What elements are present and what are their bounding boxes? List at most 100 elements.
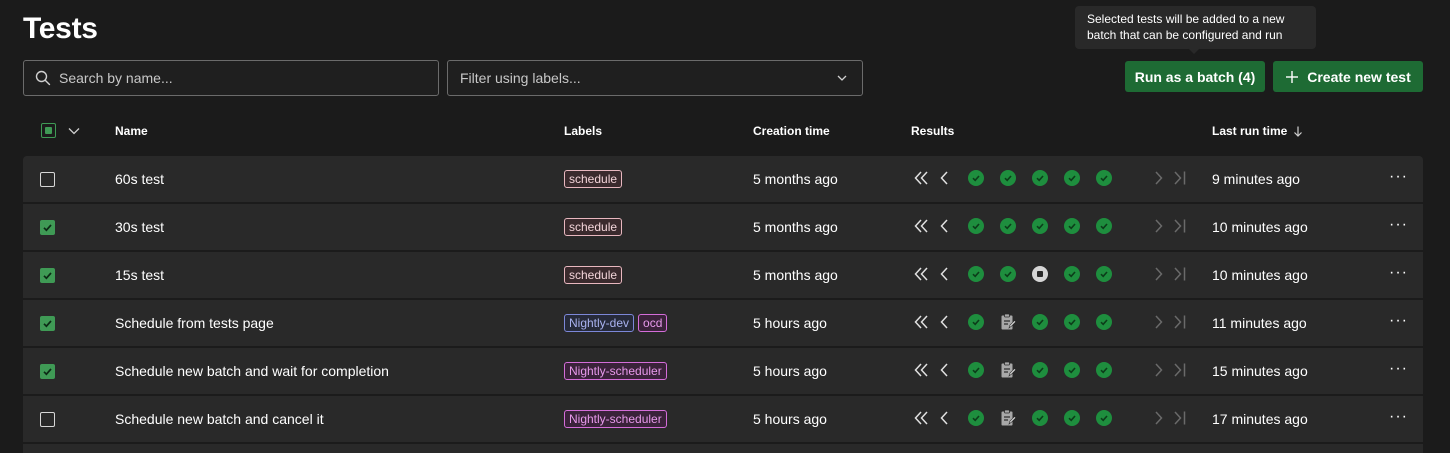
table-header: Name Labels Creation time Results Last r… — [23, 114, 1423, 146]
check-circle-icon[interactable] — [1096, 362, 1112, 378]
row-checkbox[interactable] — [40, 268, 55, 283]
chevron-left-icon[interactable] — [939, 410, 949, 429]
more-horizontal-icon[interactable]: ··· — [1389, 312, 1408, 330]
double-chevron-left-icon[interactable] — [913, 170, 929, 189]
check-circle-icon[interactable] — [1064, 314, 1080, 330]
check-circle-icon[interactable] — [968, 410, 984, 426]
check-circle-icon[interactable] — [1032, 410, 1048, 426]
check-circle-icon[interactable] — [1064, 170, 1080, 186]
check-circle-icon[interactable] — [1000, 170, 1016, 186]
check-circle-icon[interactable] — [1096, 218, 1112, 234]
label-tag[interactable]: Nightly-dev — [564, 314, 635, 332]
more-horizontal-icon[interactable]: ··· — [1389, 360, 1408, 378]
test-name[interactable]: 30s test — [115, 219, 164, 235]
check-circle-icon[interactable] — [1064, 266, 1080, 282]
last-page-icon — [1173, 410, 1187, 429]
label-tag[interactable]: Nightly-scheduler — [564, 362, 667, 380]
label-tag[interactable]: schedule — [564, 170, 623, 188]
test-name[interactable]: Schedule new batch and cancel it — [115, 411, 324, 427]
check-circle-icon[interactable] — [968, 266, 984, 282]
chevron-left-icon[interactable] — [939, 314, 949, 333]
check-circle-icon[interactable] — [1096, 266, 1112, 282]
label-tag[interactable]: schedule — [564, 266, 623, 284]
table-row[interactable]: 15s test schedule 5 months ago 10 minutes a… — [23, 252, 1423, 298]
check-circle-icon[interactable] — [1032, 362, 1048, 378]
check-circle-icon[interactable] — [1096, 170, 1112, 186]
double-chevron-left-icon[interactable] — [913, 314, 929, 333]
batch-tooltip: Selected tests will be added to a new ba… — [1075, 6, 1316, 49]
check-circle-icon[interactable] — [1064, 362, 1080, 378]
label-filter-dropdown[interactable] — [447, 60, 863, 96]
check-circle-icon[interactable] — [1064, 410, 1080, 426]
check-circle-icon[interactable] — [1096, 314, 1112, 330]
double-chevron-left-icon[interactable] — [913, 362, 929, 381]
check-circle-icon[interactable] — [1032, 314, 1048, 330]
more-horizontal-icon[interactable]: ··· — [1389, 264, 1408, 282]
row-checkbox[interactable] — [40, 412, 55, 427]
column-header-creation-time[interactable]: Creation time — [753, 124, 830, 138]
select-all-checkbox[interactable] — [41, 123, 56, 138]
column-header-labels[interactable]: Labels — [564, 124, 602, 138]
check-circle-icon[interactable] — [968, 362, 984, 378]
check-circle-icon[interactable] — [968, 170, 984, 186]
chevron-left-icon[interactable] — [939, 170, 949, 189]
table-row[interactable]: Schedule from tests page Nightly-dev ocd 5 … — [23, 300, 1423, 346]
check-circle-icon[interactable] — [968, 314, 984, 330]
last-page-icon — [1173, 218, 1187, 237]
row-checkbox[interactable] — [40, 316, 55, 331]
double-chevron-left-icon[interactable] — [913, 266, 929, 285]
test-name[interactable]: Schedule new batch and wait for completi… — [115, 363, 389, 379]
test-name[interactable]: 15s test — [115, 267, 164, 283]
chevron-left-icon[interactable] — [939, 218, 949, 237]
check-circle-icon[interactable] — [1000, 266, 1016, 282]
row-checkbox[interactable] — [40, 220, 55, 235]
chevron-left-icon[interactable] — [939, 362, 949, 381]
table-row[interactable]: Schedule new batch and wait for completi… — [23, 348, 1423, 394]
create-new-test-button[interactable]: Create new test — [1273, 61, 1423, 92]
chevron-right-icon — [1154, 314, 1164, 333]
table-row[interactable]: Schedule new batch and cancel it Nightly-… — [23, 396, 1423, 442]
column-header-last-run-time[interactable]: Last run time — [1212, 124, 1303, 138]
results-strip — [913, 409, 1186, 430]
double-chevron-left-icon[interactable] — [913, 218, 929, 237]
row-checkbox[interactable] — [40, 364, 55, 379]
last-run-time: 11 minutes ago — [1212, 315, 1307, 331]
label-filter-input[interactable] — [460, 70, 800, 86]
row-checkbox[interactable] — [40, 172, 55, 187]
check-circle-icon[interactable] — [968, 218, 984, 234]
more-horizontal-icon[interactable]: ··· — [1389, 168, 1408, 186]
page-title: Tests — [23, 12, 98, 45]
table-row[interactable]: 30s test schedule 5 months ago 10 minutes a… — [23, 204, 1423, 250]
results-strip — [913, 313, 1186, 334]
double-chevron-left-icon[interactable] — [913, 410, 929, 429]
last-run-time: 15 minutes ago — [1212, 363, 1308, 379]
stop-circle-icon[interactable] — [1032, 266, 1048, 282]
check-circle-icon[interactable] — [1000, 218, 1016, 234]
label-tag[interactable]: ocd — [638, 314, 668, 332]
clipboard-edit-icon[interactable] — [1000, 409, 1017, 430]
table-row[interactable] — [23, 444, 1423, 453]
check-circle-icon[interactable] — [1032, 170, 1048, 186]
column-header-name[interactable]: Name — [115, 124, 148, 138]
check-circle-icon[interactable] — [1064, 218, 1080, 234]
chevron-down-icon[interactable] — [68, 125, 80, 137]
column-header-results: Results — [911, 124, 955, 138]
test-name[interactable]: 60s test — [115, 171, 164, 187]
label-tag[interactable]: schedule — [564, 218, 623, 236]
run-as-batch-button[interactable]: Run as a batch (4) — [1125, 61, 1265, 92]
clipboard-edit-icon[interactable] — [1000, 313, 1017, 334]
search-input[interactable] — [59, 70, 399, 86]
last-page-icon — [1173, 362, 1187, 381]
more-horizontal-icon[interactable]: ··· — [1389, 216, 1408, 234]
clipboard-edit-icon[interactable] — [1000, 361, 1017, 382]
run-as-batch-label: Run as a batch (4) — [1134, 68, 1256, 85]
search-box[interactable] — [23, 60, 439, 96]
chevron-left-icon[interactable] — [939, 266, 949, 285]
check-circle-icon[interactable] — [1032, 218, 1048, 234]
test-name[interactable]: Schedule from tests page — [115, 315, 274, 331]
more-horizontal-icon[interactable]: ··· — [1389, 408, 1408, 426]
label-tag[interactable]: Nightly-scheduler — [564, 410, 667, 428]
check-circle-icon[interactable] — [1096, 410, 1112, 426]
table-row[interactable]: 60s test schedule 5 months ago 9 minutes ag… — [23, 156, 1423, 202]
test-labels: Nightly-scheduler — [564, 362, 667, 380]
